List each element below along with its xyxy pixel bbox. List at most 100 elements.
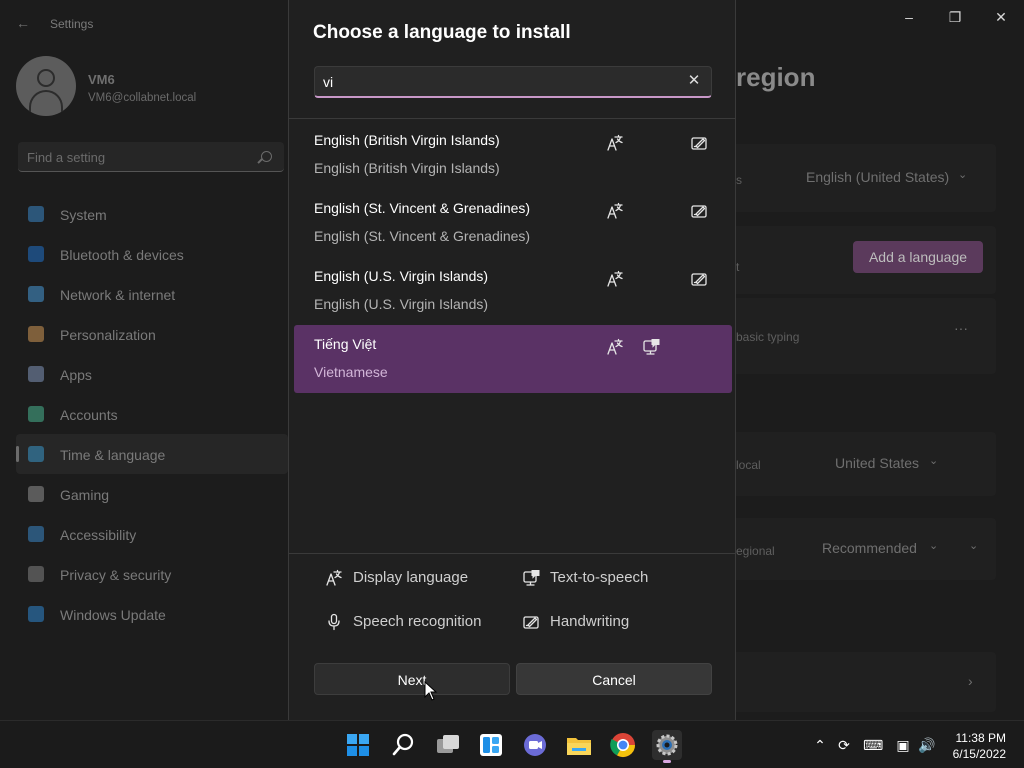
display-language-icon xyxy=(606,134,624,152)
page-title: region xyxy=(736,62,816,92)
handwriting-icon xyxy=(522,613,540,631)
sidebar-item-apps[interactable]: Apps xyxy=(16,354,288,394)
sidebar-item-personalization[interactable]: Personalization xyxy=(16,314,288,354)
clear-search-icon[interactable]: ✕ xyxy=(687,73,701,89)
sidebar-item-label: Accessibility xyxy=(60,527,137,543)
windows-display-language-select[interactable]: English (United States) xyxy=(806,169,949,185)
sidebar-item-accounts[interactable]: Accounts xyxy=(16,394,288,434)
sidebar-item-accessibility[interactable]: Accessibility xyxy=(16,514,288,554)
country-select[interactable]: United States xyxy=(835,455,919,471)
update-icon xyxy=(28,606,44,622)
search-icon[interactable] xyxy=(388,730,418,760)
language-search-input[interactable] xyxy=(323,72,673,92)
display-language-icon xyxy=(606,338,624,356)
clock-time: 11:38 PM xyxy=(955,731,1006,745)
keyboard-icon[interactable]: ⌨ xyxy=(863,736,883,754)
sidebar-item-label: Bluetooth & devices xyxy=(60,247,184,263)
start-icon[interactable] xyxy=(343,730,373,760)
user-profile: VM6 VM6@collabnet.local xyxy=(16,56,286,118)
chevron-down-icon: ⌄ xyxy=(929,455,939,467)
sync-icon[interactable]: ⟳ xyxy=(835,736,853,754)
next-button[interactable]: Next xyxy=(314,663,510,695)
teams-chat-icon[interactable] xyxy=(520,730,550,760)
more-options-icon[interactable]: ··· xyxy=(954,320,968,336)
brush-icon xyxy=(28,326,44,342)
clock[interactable]: 11:38 PM 6/15/2022 xyxy=(953,730,1006,762)
language-native-name: English (U.S. Virgin Islands) xyxy=(314,268,489,284)
back-arrow-icon[interactable]: ← xyxy=(16,16,30,30)
user-email: VM6@collabnet.local xyxy=(88,92,197,104)
user-name: VM6 xyxy=(88,72,115,87)
language-list-item[interactable]: English (U.S. Virgin Islands) English (U.… xyxy=(294,257,732,325)
handwriting-icon xyxy=(690,202,708,220)
network-icon[interactable]: ▣ xyxy=(894,736,912,754)
sidebar-item-network-internet[interactable]: Network & internet xyxy=(16,274,288,314)
language-english-name: Vietnamese xyxy=(314,364,388,380)
dialog-title: Choose a language to install xyxy=(313,22,571,43)
related-setting-card[interactable]: › xyxy=(736,652,996,712)
sidebar-item-windows-update[interactable]: Windows Update xyxy=(16,594,288,634)
regional-format-select[interactable]: Recommended xyxy=(822,540,917,556)
choose-language-dialog: Choose a language to install ✕ English (… xyxy=(288,0,736,720)
accessibility-icon xyxy=(28,526,44,542)
handwriting-icon xyxy=(690,270,708,288)
search-icon xyxy=(261,151,272,162)
task-view-icon[interactable] xyxy=(433,730,463,760)
apps-icon xyxy=(28,366,44,382)
file-explorer-icon[interactable] xyxy=(564,730,594,760)
expand-chevron-icon[interactable]: ⌄ xyxy=(969,539,978,552)
sidebar-item-system[interactable]: System xyxy=(16,194,288,234)
avatar xyxy=(16,56,76,116)
sidebar-item-label: Apps xyxy=(60,367,92,383)
display-language-icon xyxy=(606,270,624,288)
language-search-box[interactable]: ✕ xyxy=(314,66,712,98)
settings-gear-icon[interactable] xyxy=(652,730,682,763)
display-language-icon xyxy=(325,569,343,587)
add-language-button[interactable]: Add a language xyxy=(853,241,983,273)
language-list-item[interactable]: Tiếng Việt Vietnamese xyxy=(294,325,732,393)
language-list-item[interactable]: English (British Virgin Islands) English … xyxy=(294,121,732,189)
language-english-name: English (British Virgin Islands) xyxy=(314,160,500,176)
display-language-card: s English (United States) ⌄ xyxy=(736,144,996,212)
find-setting-placeholder: Find a setting xyxy=(27,150,106,165)
language-list-item[interactable]: English (St. Vincent & Grenadines) Englis… xyxy=(294,189,732,257)
gaming-icon xyxy=(28,486,44,502)
language-list: English (British Virgin Islands) English … xyxy=(294,121,732,393)
display-language-icon xyxy=(606,202,624,220)
close-button[interactable]: ✕ xyxy=(978,6,1024,28)
bluetooth-icon xyxy=(28,246,44,262)
system-icon xyxy=(28,206,44,222)
globe-clock-icon xyxy=(28,446,44,462)
sidebar-item-bluetooth-devices[interactable]: Bluetooth & devices xyxy=(16,234,288,274)
language-english-name: English (St. Vincent & Grenadines) xyxy=(314,228,531,244)
minimize-button[interactable]: – xyxy=(886,6,932,28)
language-english-name: English (U.S. Virgin Islands) xyxy=(314,296,489,312)
app-title: Settings xyxy=(50,17,94,31)
sidebar-item-label: Personalization xyxy=(60,327,156,343)
chrome-icon[interactable] xyxy=(608,730,638,760)
restore-button[interactable]: ❐ xyxy=(932,6,978,28)
chevron-up-icon[interactable]: ⌃ xyxy=(811,736,829,754)
chevron-down-icon: ⌄ xyxy=(958,169,968,181)
sidebar-nav: System Bluetooth & devices Network & inter… xyxy=(16,194,288,634)
find-setting-input[interactable]: Find a setting xyxy=(18,142,284,172)
language-native-name: Tiếng Việt xyxy=(314,336,377,352)
handwriting-icon xyxy=(690,134,708,152)
widgets-icon[interactable] xyxy=(476,730,506,760)
sidebar-item-gaming[interactable]: Gaming xyxy=(16,474,288,514)
taskbar: ⌃ ⟳ ⌨ ▣ 🔊 11:38 PM 6/15/2022 xyxy=(0,720,1024,768)
wifi-icon xyxy=(28,286,44,302)
sidebar-item-time-language[interactable]: Time & language xyxy=(16,434,288,474)
shield-icon xyxy=(28,566,44,582)
language-native-name: English (St. Vincent & Grenadines) xyxy=(314,200,531,216)
sidebar-item-label: Network & internet xyxy=(60,287,176,303)
sidebar-item-label: Windows Update xyxy=(60,607,166,623)
cancel-button[interactable]: Cancel xyxy=(516,663,712,695)
volume-icon[interactable]: 🔊 xyxy=(918,736,936,754)
chevron-down-icon: ⌄ xyxy=(929,540,939,552)
mouse-cursor-icon xyxy=(424,681,438,701)
sidebar-item-label: Accounts xyxy=(60,407,118,423)
text-to-speech-icon xyxy=(642,338,660,356)
country-region-card: local United States ⌄ xyxy=(736,432,996,496)
sidebar-item-privacy-security[interactable]: Privacy & security xyxy=(16,554,288,594)
